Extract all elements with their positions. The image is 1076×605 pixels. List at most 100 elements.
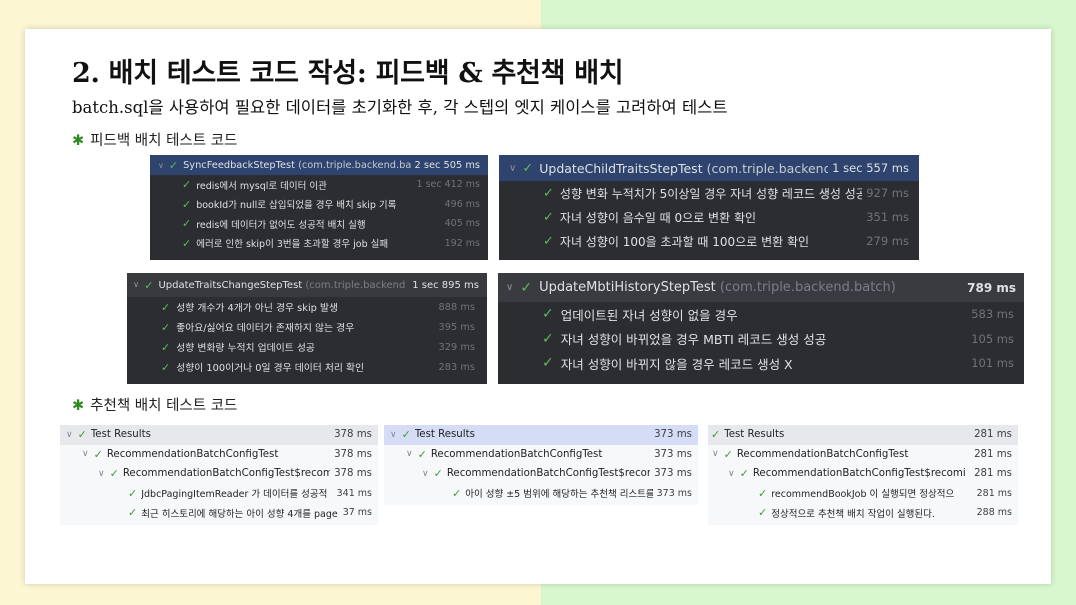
test-suite-row[interactable]: ∨ ✓ SyncFeedbackStepTest (com.triple.bac… (150, 155, 488, 175)
config-test-row[interactable]: ∨ ✓ RecommendationBatchConfigTest 373 ms (384, 445, 698, 465)
check-icon: ✓ (109, 467, 119, 481)
test-case-row[interactable]: ✓ 업데이트된 자녀 성향이 없을 경우 583 ms (498, 302, 1024, 327)
config-test-time: 378 ms (334, 448, 372, 460)
test-results-row[interactable]: ∨ ✓ Test Results 373 ms (384, 425, 698, 445)
suite-name: UpdateMbtiHistoryStepTest (539, 280, 716, 295)
test-case-row[interactable]: ✓ 성향 개수가 4개가 아닌 경우 skip 발생 888 ms (127, 297, 487, 317)
test-case-row[interactable]: ✓ 자녀 성향이 바뀌었을 경우 MBTI 레코드 생성 성공 105 ms (498, 327, 1024, 352)
test-case-row[interactable]: ✓ 최근 히스토리에 해당하는 아이 성향 4개를 page 37 ms (60, 503, 378, 523)
test-case-label: 아이 성향 ±5 범위에 해당하는 추천책 리스트를 (465, 489, 653, 501)
asterisk-icon: ✱ (72, 398, 85, 414)
test-case-time: 105 ms (971, 331, 1014, 346)
section-recommend-label: 추천책 배치 테스트 코드 (90, 398, 238, 414)
check-icon: ✓ (543, 233, 554, 249)
test-case-time: 279 ms (866, 234, 909, 248)
test-case-time: 373 ms (656, 487, 692, 499)
test-case-row[interactable]: ✓ 아이 성향 ±5 범위에 해당하는 추천책 리스트를 373 ms (384, 484, 698, 504)
config-test-label: RecommendationBatchConfigTest (736, 448, 909, 460)
config-test-label: RecommendationBatchConfigTest (106, 448, 279, 460)
chevron-down-icon[interactable]: ∨ (66, 430, 73, 440)
config-test-time: 373 ms (654, 448, 692, 460)
check-icon: ✓ (723, 447, 733, 461)
test-case-time: 395 ms (438, 321, 475, 333)
section-feedback: ✱ 피드백 배치 테스트 코드 (72, 129, 237, 150)
test-case-label: 정상적으로 추천책 배치 작업이 실행된다. (771, 508, 935, 520)
test-case-time: 283 ms (438, 361, 475, 373)
check-icon: ✓ (168, 158, 179, 172)
chevron-down-icon[interactable]: ∨ (406, 449, 413, 459)
test-case-row[interactable]: ✓ 자녀 성향이 음수일 때 0으로 변환 확인 351 ms (499, 205, 919, 229)
test-case-row[interactable]: ✓ bookId가 null로 삽입되었을 경우 배치 skip 기록 496 … (150, 195, 488, 215)
chevron-down-icon[interactable]: ∨ (133, 280, 139, 290)
inner-test-row[interactable]: ∨ ✓ RecommendationBatchConfigTest$recom … (384, 464, 698, 484)
test-case-time: 583 ms (971, 307, 1014, 322)
test-case-label: 자녀 성향이 바뀌지 않을 경우 레코드 생성 X (560, 356, 793, 372)
check-icon: ✓ (161, 300, 171, 314)
test-case-time: 405 ms (444, 218, 480, 230)
test-case-time: 927 ms (866, 186, 909, 200)
inner-test-time: 281 ms (974, 468, 1012, 480)
chevron-down-icon[interactable]: ∨ (712, 449, 719, 459)
test-case-label: 성향 변화량 누적치 업데이트 성공 (176, 343, 315, 354)
test-case-row[interactable]: ✓ 에러로 인한 skip이 3번을 초과할 경우 job 실패 192 ms (150, 234, 488, 254)
test-results-row[interactable]: ✓ Test Results 281 ms (708, 425, 1018, 445)
check-icon: ✓ (543, 185, 554, 201)
check-icon: ✓ (144, 278, 154, 292)
test-case-row[interactable]: ✓ 자녀 성향이 100을 초과할 때 100으로 변환 확인 279 ms (499, 229, 919, 253)
chevron-down-icon[interactable]: ∨ (728, 469, 735, 479)
test-case-time: 496 ms (444, 198, 480, 210)
suite-time: 1 sec 557 ms (832, 161, 909, 175)
test-case-label: 자녀 성향이 음수일 때 0으로 변환 확인 (559, 210, 757, 225)
check-icon: ✓ (758, 486, 768, 500)
test-case-row[interactable]: ✓ 성향이 100이거나 0일 경우 데이터 처리 확인 283 ms (127, 357, 487, 377)
test-case-row[interactable]: ✓ JdbcPagingItemReader 가 데이터를 성공적 341 ms (60, 484, 378, 504)
chevron-down-icon[interactable]: ∨ (158, 161, 164, 170)
inner-test-time: 378 ms (334, 468, 372, 480)
test-results-label: Test Results (724, 429, 785, 441)
chevron-down-icon[interactable]: ∨ (82, 449, 89, 459)
check-icon: ✓ (758, 506, 768, 520)
check-icon: ✓ (182, 217, 192, 231)
check-icon: ✓ (520, 279, 533, 296)
test-case-label: bookId가 null로 삽입되었을 경우 배치 skip 기록 (196, 200, 397, 212)
test-case-row[interactable]: ✓ 성향 변화 누적치가 5이상일 경우 자녀 성향 레코드 생성 성공 927… (499, 181, 919, 205)
test-case-label: JdbcPagingItemReader 가 데이터를 성공적 (141, 489, 328, 501)
test-case-time: 888 ms (438, 301, 475, 313)
test-case-time: 341 ms (336, 487, 372, 499)
test-case-row[interactable]: ✓ 좋아요/싫어요 데이터가 존재하지 않는 경우 395 ms (127, 317, 487, 337)
test-suite-row[interactable]: ∨ ✓ UpdateMbtiHistoryStepTest (com.tripl… (498, 273, 1024, 302)
inner-test-row[interactable]: ∨ ✓ RecommendationBatchConfigTest$recomi… (708, 464, 1018, 484)
chevron-down-icon[interactable]: ∨ (509, 163, 516, 174)
inner-test-row[interactable]: ∨ ✓ RecommendationBatchConfigTest$recom … (60, 464, 378, 484)
test-suite-row[interactable]: ∨ ✓ UpdateTraitsChangeStepTest (com.trip… (127, 273, 487, 297)
test-case-row[interactable]: ✓ recommendBookJob 이 실행되면 정상적으 281 ms (708, 484, 1018, 504)
suite-name: UpdateChildTraitsStepTest (539, 160, 703, 176)
test-case-row[interactable]: ✓ 정상적으로 추천책 배치 작업이 실행된다. 288 ms (708, 503, 1018, 523)
test-case-time: 329 ms (438, 341, 475, 353)
config-test-row[interactable]: ∨ ✓ RecommendationBatchConfigTest 281 ms (708, 445, 1018, 465)
chevron-down-icon[interactable]: ∨ (390, 430, 397, 440)
check-icon: ✓ (542, 330, 554, 347)
test-results-label: Test Results (414, 429, 475, 441)
test-case-row[interactable]: ✓ redis에서 mysql로 데이터 이관 1 sec 412 ms (150, 175, 488, 195)
config-test-time: 281 ms (974, 448, 1012, 460)
check-icon: ✓ (542, 355, 554, 372)
test-case-label: recommendBookJob 이 실행되면 정상적으 (771, 489, 955, 501)
chevron-down-icon[interactable]: ∨ (98, 469, 105, 479)
test-case-label: 성향이 100이거나 0일 경우 데이터 처리 확인 (176, 363, 365, 374)
test-case-row[interactable]: ✓ 성향 변화량 누적치 업데이트 성공 329 ms (127, 337, 487, 357)
test-results-row[interactable]: ∨ ✓ Test Results 378 ms (60, 425, 378, 445)
test-case-label: 업데이트된 자녀 성향이 없을 경우 (560, 307, 738, 323)
check-icon: ✓ (161, 360, 171, 374)
recommendation-test-panel-1: ∨ ✓ Test Results 378 ms ∨ ✓ Recommendati… (60, 425, 378, 525)
test-case-row[interactable]: ✓ 자녀 성향이 바뀌지 않을 경우 레코드 생성 X 101 ms (498, 351, 1024, 376)
test-case-row[interactable]: ✓ redis에 데이터가 없어도 성공적 배치 실행 405 ms (150, 214, 488, 234)
test-suite-row[interactable]: ∨ ✓ UpdateChildTraitsStepTest (com.tripl… (499, 155, 919, 181)
chevron-down-icon[interactable]: ∨ (506, 282, 513, 293)
update-mbti-history-test-panel: ∨ ✓ UpdateMbtiHistoryStepTest (com.tripl… (498, 273, 1024, 384)
config-test-row[interactable]: ∨ ✓ RecommendationBatchConfigTest 378 ms (60, 445, 378, 465)
check-icon: ✓ (77, 428, 87, 442)
chevron-down-icon[interactable]: ∨ (422, 469, 429, 479)
suite-package: (com.triple.backend.bat (298, 159, 411, 171)
page-title: 2. 배치 테스트 코드 작성: 피드백 & 추천책 배치 (72, 58, 624, 89)
